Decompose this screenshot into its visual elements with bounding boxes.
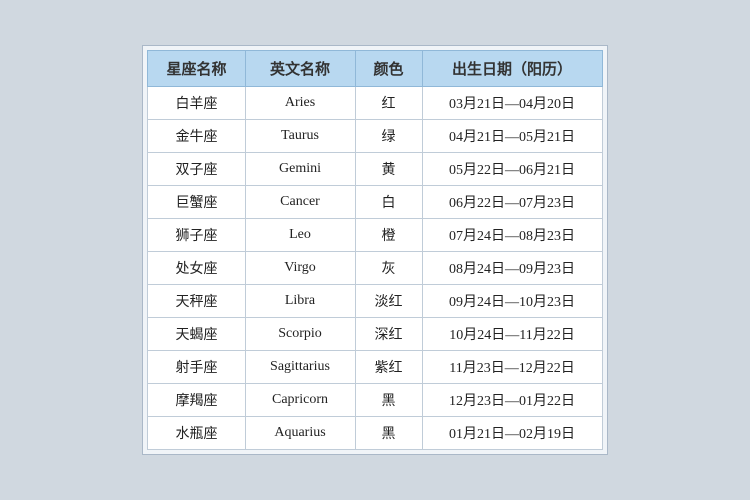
table-row: 金牛座Taurus绿04月21日—05月21日: [148, 120, 602, 153]
cell-en-name: Aquarius: [245, 417, 355, 450]
cell-color: 白: [355, 186, 422, 219]
cell-date-range: 01月21日—02月19日: [422, 417, 602, 450]
cell-color: 灰: [355, 252, 422, 285]
cell-en-name: Capricorn: [245, 384, 355, 417]
cell-en-name: Sagittarius: [245, 351, 355, 384]
cell-zh-name: 金牛座: [148, 120, 245, 153]
table-row: 狮子座Leo橙07月24日—08月23日: [148, 219, 602, 252]
cell-zh-name: 巨蟹座: [148, 186, 245, 219]
zodiac-table: 星座名称 英文名称 颜色 出生日期（阳历） 白羊座Aries红03月21日—04…: [147, 50, 602, 450]
table-header-row: 星座名称 英文名称 颜色 出生日期（阳历）: [148, 51, 602, 87]
cell-color: 深红: [355, 318, 422, 351]
cell-zh-name: 白羊座: [148, 87, 245, 120]
cell-en-name: Leo: [245, 219, 355, 252]
cell-date-range: 07月24日—08月23日: [422, 219, 602, 252]
cell-date-range: 12月23日—01月22日: [422, 384, 602, 417]
table-row: 水瓶座Aquarius黑01月21日—02月19日: [148, 417, 602, 450]
cell-en-name: Gemini: [245, 153, 355, 186]
cell-color: 黄: [355, 153, 422, 186]
cell-zh-name: 射手座: [148, 351, 245, 384]
cell-en-name: Cancer: [245, 186, 355, 219]
table-row: 射手座Sagittarius紫红11月23日—12月22日: [148, 351, 602, 384]
cell-date-range: 04月21日—05月21日: [422, 120, 602, 153]
cell-en-name: Libra: [245, 285, 355, 318]
cell-color: 紫红: [355, 351, 422, 384]
cell-en-name: Scorpio: [245, 318, 355, 351]
cell-zh-name: 处女座: [148, 252, 245, 285]
cell-en-name: Aries: [245, 87, 355, 120]
table-row: 天秤座Libra淡红09月24日—10月23日: [148, 285, 602, 318]
cell-date-range: 03月21日—04月20日: [422, 87, 602, 120]
cell-color: 黑: [355, 417, 422, 450]
header-date-range: 出生日期（阳历）: [422, 51, 602, 87]
cell-date-range: 05月22日—06月21日: [422, 153, 602, 186]
cell-en-name: Taurus: [245, 120, 355, 153]
cell-color: 橙: [355, 219, 422, 252]
cell-date-range: 10月24日—11月22日: [422, 318, 602, 351]
header-zh-name: 星座名称: [148, 51, 245, 87]
header-en-name: 英文名称: [245, 51, 355, 87]
table-row: 巨蟹座Cancer白06月22日—07月23日: [148, 186, 602, 219]
cell-color: 黑: [355, 384, 422, 417]
cell-zh-name: 水瓶座: [148, 417, 245, 450]
cell-zh-name: 双子座: [148, 153, 245, 186]
cell-color: 淡红: [355, 285, 422, 318]
header-color: 颜色: [355, 51, 422, 87]
table-row: 处女座Virgo灰08月24日—09月23日: [148, 252, 602, 285]
cell-date-range: 08月24日—09月23日: [422, 252, 602, 285]
cell-zh-name: 天秤座: [148, 285, 245, 318]
zodiac-table-container: 星座名称 英文名称 颜色 出生日期（阳历） 白羊座Aries红03月21日—04…: [142, 45, 607, 455]
cell-zh-name: 摩羯座: [148, 384, 245, 417]
cell-color: 红: [355, 87, 422, 120]
cell-zh-name: 天蝎座: [148, 318, 245, 351]
cell-zh-name: 狮子座: [148, 219, 245, 252]
table-row: 天蝎座Scorpio深红10月24日—11月22日: [148, 318, 602, 351]
table-row: 双子座Gemini黄05月22日—06月21日: [148, 153, 602, 186]
table-row: 摩羯座Capricorn黑12月23日—01月22日: [148, 384, 602, 417]
table-row: 白羊座Aries红03月21日—04月20日: [148, 87, 602, 120]
cell-en-name: Virgo: [245, 252, 355, 285]
cell-date-range: 09月24日—10月23日: [422, 285, 602, 318]
cell-color: 绿: [355, 120, 422, 153]
cell-date-range: 11月23日—12月22日: [422, 351, 602, 384]
cell-date-range: 06月22日—07月23日: [422, 186, 602, 219]
